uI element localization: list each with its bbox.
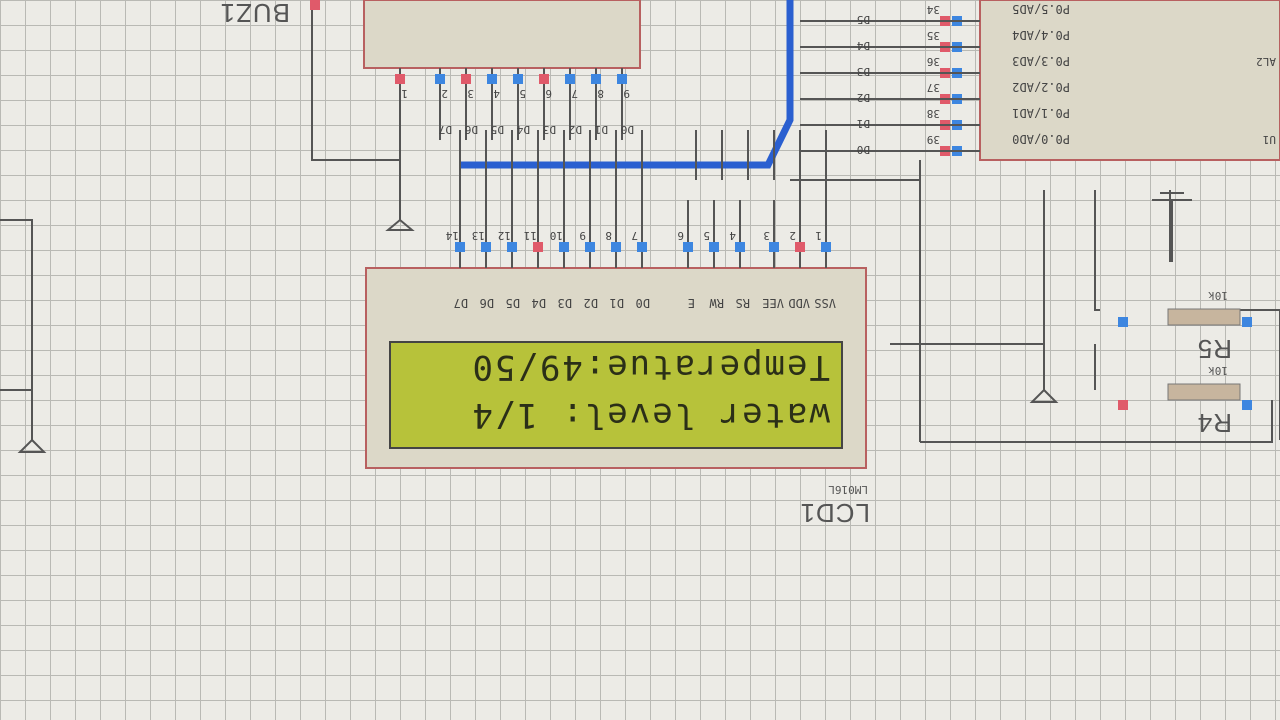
header-pin-dots: [395, 74, 627, 84]
lcd-pin-d3: D3: [557, 296, 572, 310]
header-pin-name-d7: D7: [438, 123, 452, 136]
resistor-r5-value: 10k: [1208, 289, 1228, 302]
r4-pin-left: [1242, 400, 1252, 410]
lcd-pin-num-1: 1: [815, 229, 822, 242]
header-pin-num-3: 3: [467, 87, 474, 100]
header-pin-num-7: 7: [571, 87, 578, 100]
ground-icon: [1152, 192, 1192, 262]
bus-label-d2: D2: [856, 91, 870, 104]
bus-label-d0: D0: [856, 143, 870, 156]
bus-label-d3: D3: [856, 65, 870, 78]
schematic-stage: water level: 1/4 Temperatue:49/50 LCD1 L…: [0, 0, 1280, 720]
left-ground-wires: [0, 219, 33, 440]
lcd-pin-d5: D5: [505, 296, 520, 310]
resistor-r4[interactable]: [1167, 383, 1241, 401]
mcu-pin-num-0: 39: [926, 133, 940, 146]
mcu-port-label-1: P0.1/AD1: [1012, 106, 1070, 120]
header-pin-num-1: 1: [401, 87, 408, 100]
lcd-pin-num-3: 3: [763, 229, 770, 242]
lcd-pin-d0: D0: [635, 296, 650, 310]
header-pin-num-9: 9: [623, 87, 630, 100]
resistor-r4-ref: R4: [1196, 408, 1232, 438]
lcd-pin-num-9: 9: [579, 229, 586, 242]
bus-label-d1: D1: [856, 117, 870, 130]
lcd-part: LM016L: [828, 483, 868, 496]
mcu-port-label-2: P0.2/AD2: [1012, 80, 1070, 94]
lcd-pins: [459, 180, 827, 268]
mcu-port-label-0: P0.0/AD0: [1012, 132, 1070, 146]
lcd-pin-num-7: 7: [631, 229, 638, 242]
lcd-line-2: Temperatue:49/50: [470, 347, 830, 387]
lcd-pin-num-5: 5: [703, 229, 710, 242]
lcd-pin-num-8: 8: [605, 229, 612, 242]
buzzer-ref: BUZ1: [219, 0, 290, 28]
header-pin-name-d2: D2: [568, 123, 582, 136]
lcd-pin-vee: VEE: [762, 296, 784, 310]
lcd-pin-vss: VSS: [814, 296, 836, 310]
header-pin-name-d1: D1: [594, 123, 608, 136]
lcd-pin-num-12: 12: [497, 229, 511, 242]
header-pin-name-d6: D6: [464, 123, 478, 136]
lcd-pin-d4: D4: [531, 296, 546, 310]
mcu-pin-num-3: 36: [926, 55, 940, 68]
lcd-pin-rs: RS: [735, 296, 750, 310]
r4-pin-right: [1118, 400, 1128, 410]
header-pin-num-2: 2: [441, 87, 448, 100]
bus-label-d5: D5: [856, 13, 870, 26]
lcd-pin-num-10: 10: [549, 229, 563, 242]
mcu-pin-dots: [940, 16, 962, 156]
lcd-pin-d7: D7: [453, 296, 468, 310]
mcu-pin-num-1: 38: [926, 107, 940, 120]
r5-pin-left: [1242, 317, 1252, 327]
lcd-pin-d2: D2: [583, 296, 598, 310]
ground-icon: [1029, 388, 1059, 403]
header-pin-num-5: 5: [519, 87, 526, 100]
header-body[interactable]: [363, 0, 641, 69]
lcd-pin-vdd: VDD: [788, 296, 810, 310]
header-pin-name-d5: D5: [490, 123, 504, 136]
lcd-pin-num-2: 2: [789, 229, 796, 242]
lcd-pin-num-6: 6: [677, 229, 684, 242]
mcu-pin-num-5: 34: [926, 3, 940, 16]
mcu-partial-label-al2: AL2: [1256, 55, 1276, 68]
mcu-pin-num-4: 35: [926, 29, 940, 42]
lcd-pin-num-11: 11: [523, 229, 537, 242]
resistor-r5-ref: R5: [1196, 334, 1232, 364]
header-pin-num-4: 4: [493, 87, 500, 100]
lcd-pin-num-14: 14: [445, 229, 459, 242]
lcd-pin-num-13: 13: [471, 229, 485, 242]
mcu-partial-label-u1: U1: [1262, 133, 1276, 146]
ground-icon: [385, 218, 415, 231]
lcd-line-1: water level: 1/4: [470, 395, 830, 435]
lcd-ref: LCD1: [799, 498, 870, 528]
header-pin-num-6: 6: [545, 87, 552, 100]
lcd-pin-num-4: 4: [729, 229, 736, 242]
lcd-pin-rw: RW: [709, 296, 724, 310]
resistor-r5[interactable]: [1167, 308, 1241, 326]
mcu-port-label-4: P0.4/AD4: [1012, 28, 1070, 42]
lcd-pin-e: E: [687, 296, 695, 310]
ground-icon: [17, 438, 47, 453]
r5-pin-right: [1118, 317, 1128, 327]
header-pin-name-d4: D4: [516, 123, 530, 136]
resistor-r4-value: 10k: [1208, 364, 1228, 377]
header-pin-num-8: 8: [597, 87, 604, 100]
mcu-pin-num-2: 37: [926, 81, 940, 94]
lcd-pin-d1: D1: [609, 296, 624, 310]
mcu-port-label-5: P0.5/AD5: [1012, 2, 1070, 16]
header-pin-name-d0: D0: [620, 123, 634, 136]
bus-label-d4: D4: [856, 39, 870, 52]
lcd-pin-dots: [455, 242, 831, 252]
header-pin-name-d3: D3: [542, 123, 556, 136]
mcu-port-label-3: P0.3/AD3: [1012, 54, 1070, 68]
lcd-pin-d6: D6: [479, 296, 494, 310]
